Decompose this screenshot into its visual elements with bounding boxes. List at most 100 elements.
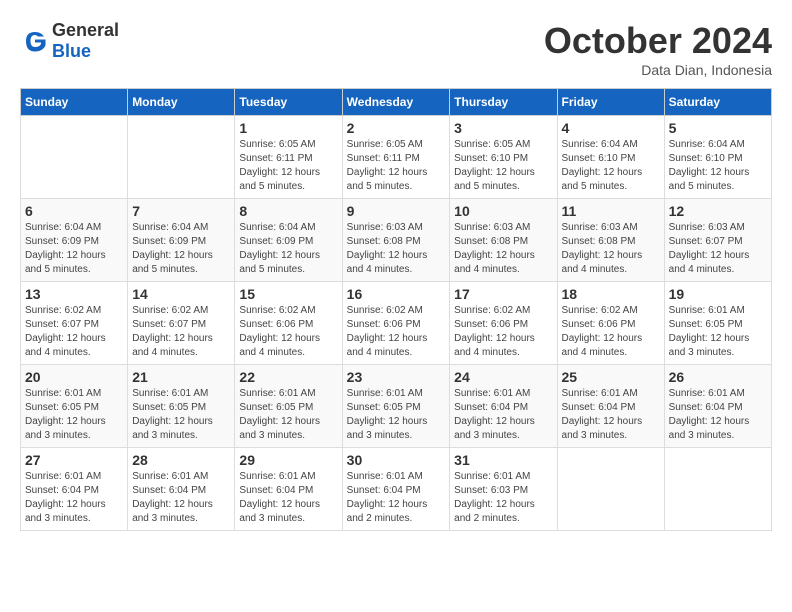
day-number: 25 [562, 369, 660, 385]
day-info: Sunrise: 6:01 AM Sunset: 6:04 PM Dayligh… [25, 470, 123, 526]
title-area: October 2024 Data Dian, Indonesia [544, 20, 772, 78]
day-info: Sunrise: 6:02 AM Sunset: 6:06 PM Dayligh… [454, 304, 552, 360]
calendar-cell: 5Sunrise: 6:04 AM Sunset: 6:10 PM Daylig… [664, 116, 771, 199]
weekday-header-sunday: Sunday [21, 89, 128, 116]
logo: General Blue [20, 20, 119, 62]
calendar-cell: 23 Sunrise: 6:01 AM Sunset: 6:05 PM Dayli… [342, 365, 450, 448]
day-number: 19 [669, 286, 767, 302]
calendar-cell: 25Sunrise: 6:01 AM Sunset: 6:04 PM Dayli… [557, 365, 664, 448]
day-number: 17 [454, 286, 552, 302]
day-number: 20 [25, 369, 123, 385]
day-number: 30 [347, 452, 446, 468]
day-number: 5 [669, 120, 767, 136]
calendar-cell: 22 Sunrise: 6:01 AM Sunset: 6:05 PM Dayli… [235, 365, 342, 448]
calendar-cell: 26 Sunrise: 6:01 AM Sunset: 6:04 PM Dayli… [664, 365, 771, 448]
calendar-table: SundayMondayTuesdayWednesdayThursdayFrid… [20, 88, 772, 531]
calendar-cell: 16 Sunrise: 6:02 AM Sunset: 6:06 PM Dayli… [342, 282, 450, 365]
calendar-cell: 27 Sunrise: 6:01 AM Sunset: 6:04 PM Dayli… [21, 448, 128, 531]
day-number: 22 [239, 369, 337, 385]
month-title: October 2024 [544, 20, 772, 62]
day-info: Sunrise: 6:01 AM Sunset: 6:04 PM Dayligh… [347, 470, 446, 526]
day-info: Sunrise: 6:05 AM Sunset: 6:11 PM Dayligh… [239, 138, 337, 194]
day-info: Sunrise: 6:03 AM Sunset: 6:08 PM Dayligh… [562, 221, 660, 277]
day-info: Sunrise: 6:02 AM Sunset: 6:07 PM Dayligh… [132, 304, 230, 360]
calendar-cell: 2 Sunrise: 6:05 AM Sunset: 6:11 PM Daylig… [342, 116, 450, 199]
day-info: Sunrise: 6:04 AM Sunset: 6:09 PM Dayligh… [25, 221, 123, 277]
day-info: Sunrise: 6:01 AM Sunset: 6:04 PM Dayligh… [132, 470, 230, 526]
calendar-cell: 4 Sunrise: 6:04 AM Sunset: 6:10 PM Daylig… [557, 116, 664, 199]
weekday-header-tuesday: Tuesday [235, 89, 342, 116]
calendar-cell: 29Sunrise: 6:01 AM Sunset: 6:04 PM Dayli… [235, 448, 342, 531]
calendar-cell: 3Sunrise: 6:05 AM Sunset: 6:10 PM Daylig… [450, 116, 557, 199]
calendar-week-row: 13 Sunrise: 6:02 AM Sunset: 6:07 PM Dayli… [21, 282, 772, 365]
day-number: 13 [25, 286, 123, 302]
calendar-cell [128, 116, 235, 199]
calendar-cell: 18Sunrise: 6:02 AM Sunset: 6:06 PM Dayli… [557, 282, 664, 365]
day-number: 26 [669, 369, 767, 385]
logo-general-text: General [52, 20, 119, 40]
calendar-cell: 20Sunrise: 6:01 AM Sunset: 6:05 PM Dayli… [21, 365, 128, 448]
calendar-cell: 14 Sunrise: 6:02 AM Sunset: 6:07 PM Dayli… [128, 282, 235, 365]
day-number: 31 [454, 452, 552, 468]
calendar-cell: 31 Sunrise: 6:01 AM Sunset: 6:03 PM Dayli… [450, 448, 557, 531]
calendar-cell: 6 Sunrise: 6:04 AM Sunset: 6:09 PM Daylig… [21, 199, 128, 282]
day-number: 1 [239, 120, 337, 136]
weekday-header-monday: Monday [128, 89, 235, 116]
logo-icon [20, 26, 50, 56]
calendar-week-row: 20 Sunrise: 6:01 AM Sunset: 6:05 PM Dayli… [21, 365, 772, 448]
day-info: Sunrise: 6:04 AM Sunset: 6:10 PM Dayligh… [562, 138, 660, 194]
weekday-header-saturday: Saturday [664, 89, 771, 116]
calendar-cell: 19 Sunrise: 6:01 AM Sunset: 6:05 PM Dayli… [664, 282, 771, 365]
weekday-header-thursday: Thursday [450, 89, 557, 116]
day-number: 28 [132, 452, 230, 468]
page-header: General Blue October 2024 Data Dian, Ind… [20, 20, 772, 78]
calendar-week-row: 1 Sunrise: 6:05 AM Sunset: 6:11 PM Daylig… [21, 116, 772, 199]
logo-blue-text: Blue [52, 41, 91, 61]
calendar-cell: 7 Sunrise: 6:04 AM Sunset: 6:09 PM Daylig… [128, 199, 235, 282]
day-info: Sunrise: 6:01 AM Sunset: 6:03 PM Dayligh… [454, 470, 552, 526]
day-number: 15 [239, 286, 337, 302]
day-info: Sunrise: 6:03 AM Sunset: 6:08 PM Dayligh… [347, 221, 446, 277]
day-number: 21 [132, 369, 230, 385]
day-number: 2 [347, 120, 446, 136]
calendar-cell: 17 Sunrise: 6:02 AM Sunset: 6:06 PM Dayli… [450, 282, 557, 365]
calendar-cell: 12Sunrise: 6:03 AM Sunset: 6:07 PM Dayli… [664, 199, 771, 282]
day-info: Sunrise: 6:01 AM Sunset: 6:04 PM Dayligh… [239, 470, 337, 526]
calendar-week-row: 6 Sunrise: 6:04 AM Sunset: 6:09 PM Daylig… [21, 199, 772, 282]
calendar-cell: 8 Sunrise: 6:04 AM Sunset: 6:09 PM Daylig… [235, 199, 342, 282]
day-number: 18 [562, 286, 660, 302]
weekday-header-row: SundayMondayTuesdayWednesdayThursdayFrid… [21, 89, 772, 116]
day-number: 8 [239, 203, 337, 219]
day-number: 7 [132, 203, 230, 219]
day-info: Sunrise: 6:04 AM Sunset: 6:09 PM Dayligh… [239, 221, 337, 277]
day-info: Sunrise: 6:01 AM Sunset: 6:05 PM Dayligh… [132, 387, 230, 443]
day-info: Sunrise: 6:01 AM Sunset: 6:05 PM Dayligh… [347, 387, 446, 443]
day-number: 16 [347, 286, 446, 302]
day-number: 23 [347, 369, 446, 385]
weekday-header-friday: Friday [557, 89, 664, 116]
location-subtitle: Data Dian, Indonesia [544, 62, 772, 78]
day-info: Sunrise: 6:01 AM Sunset: 6:05 PM Dayligh… [669, 304, 767, 360]
day-number: 4 [562, 120, 660, 136]
day-number: 27 [25, 452, 123, 468]
calendar-week-row: 27 Sunrise: 6:01 AM Sunset: 6:04 PM Dayli… [21, 448, 772, 531]
day-number: 3 [454, 120, 552, 136]
calendar-cell [21, 116, 128, 199]
day-info: Sunrise: 6:02 AM Sunset: 6:06 PM Dayligh… [347, 304, 446, 360]
weekday-header-wednesday: Wednesday [342, 89, 450, 116]
calendar-cell [664, 448, 771, 531]
day-info: Sunrise: 6:05 AM Sunset: 6:11 PM Dayligh… [347, 138, 446, 194]
day-number: 6 [25, 203, 123, 219]
calendar-cell [557, 448, 664, 531]
day-number: 24 [454, 369, 552, 385]
day-info: Sunrise: 6:01 AM Sunset: 6:04 PM Dayligh… [669, 387, 767, 443]
calendar-cell: 10Sunrise: 6:03 AM Sunset: 6:08 PM Dayli… [450, 199, 557, 282]
day-info: Sunrise: 6:02 AM Sunset: 6:07 PM Dayligh… [25, 304, 123, 360]
day-info: Sunrise: 6:01 AM Sunset: 6:05 PM Dayligh… [239, 387, 337, 443]
calendar-cell: 30 Sunrise: 6:01 AM Sunset: 6:04 PM Dayli… [342, 448, 450, 531]
day-number: 14 [132, 286, 230, 302]
calendar-cell: 13 Sunrise: 6:02 AM Sunset: 6:07 PM Dayli… [21, 282, 128, 365]
calendar-cell: 21 Sunrise: 6:01 AM Sunset: 6:05 PM Dayli… [128, 365, 235, 448]
day-info: Sunrise: 6:04 AM Sunset: 6:09 PM Dayligh… [132, 221, 230, 277]
calendar-cell: 9Sunrise: 6:03 AM Sunset: 6:08 PM Daylig… [342, 199, 450, 282]
